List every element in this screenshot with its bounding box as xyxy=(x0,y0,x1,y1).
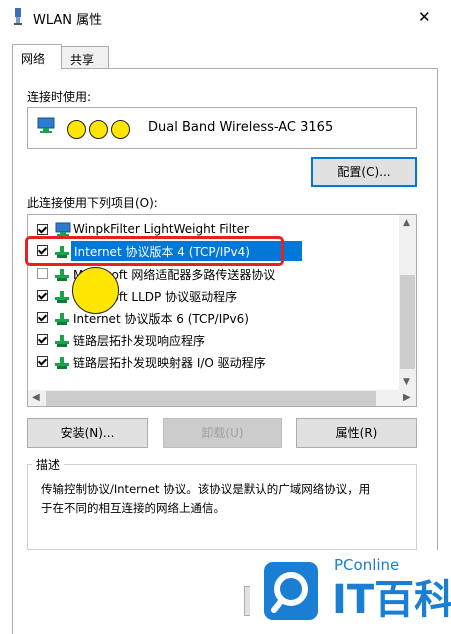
description-text-line1: 传输控制协议/Internet 协议。该协议是默认的广域网络协议，用 xyxy=(41,482,371,496)
title-bar: WLAN 属性 ✕ xyxy=(0,0,451,34)
watermark: PConline IT百科 xyxy=(250,550,451,634)
scroll-thumb[interactable] xyxy=(400,275,415,369)
protocol-icon xyxy=(55,335,69,347)
protocol-icon xyxy=(55,291,69,303)
tab-network[interactable]: 网络 xyxy=(12,44,62,69)
protocol-icon xyxy=(55,357,69,369)
protocol-icon xyxy=(55,313,69,325)
pconline-logo-icon xyxy=(262,560,320,622)
properties-button[interactable]: 属性(R) xyxy=(296,418,417,448)
uninstall-button[interactable]: 卸载(U) xyxy=(163,418,282,448)
h-scroll-thumb[interactable] xyxy=(46,391,376,406)
connect-using-label: 连接时使用: xyxy=(27,90,92,104)
close-icon[interactable]: ✕ xyxy=(418,8,431,26)
redaction-dot xyxy=(89,120,108,139)
scroll-up-icon[interactable]: ▲ xyxy=(403,218,410,228)
item-checkbox[interactable] xyxy=(37,334,48,345)
scroll-right-icon[interactable]: ▶ xyxy=(403,392,411,403)
list-item[interactable]: Internet 协议版本 6 (TCP/IPv6) xyxy=(31,308,391,328)
components-label: 此连接使用下列项目(O): xyxy=(27,196,158,210)
item-label: Internet 协议版本 6 (TCP/IPv6) xyxy=(73,312,249,326)
adapter-name: Dual Band Wireless-AC 3165 xyxy=(148,120,334,135)
scroll-down-icon[interactable]: ▼ xyxy=(403,377,410,387)
horizontal-scrollbar[interactable]: ◀ ▶ xyxy=(28,390,416,406)
item-checkbox[interactable] xyxy=(37,356,48,367)
tab-sharing-label: 共享 xyxy=(70,53,95,67)
item-checkbox[interactable] xyxy=(37,224,48,235)
item-checkbox[interactable] xyxy=(37,290,48,301)
list-item[interactable]: 链路层拓扑发现映射器 I/O 驱动程序 xyxy=(31,352,391,372)
redaction-dot xyxy=(72,267,119,314)
item-label: 链路层拓扑发现响应程序 xyxy=(73,334,206,348)
item-label: 链路层拓扑发现映射器 I/O 驱动程序 xyxy=(73,356,266,370)
watermark-brand: PConline xyxy=(334,556,400,574)
watermark-logo-text: IT百科 xyxy=(332,577,451,623)
redaction-dot xyxy=(111,120,130,139)
item-label: WinpkFilter LightWeight Filter xyxy=(73,222,249,236)
scroll-left-icon[interactable]: ◀ xyxy=(32,392,40,403)
tab-network-label: 网络 xyxy=(21,52,46,66)
install-button[interactable]: 安装(N)... xyxy=(27,418,148,448)
network-adapter-icon xyxy=(12,8,24,25)
item-checkbox[interactable] xyxy=(37,312,48,323)
list-item[interactable]: 链路层拓扑发现响应程序 xyxy=(31,330,391,350)
configure-button[interactable]: 配置(C)... xyxy=(311,157,417,187)
protocol-icon xyxy=(55,269,69,281)
description-text-line2: 于在不同的相互连接的网络上通信。 xyxy=(41,501,225,515)
item-checkbox[interactable] xyxy=(37,268,48,279)
description-label: 描述 xyxy=(32,456,65,473)
adapter-icon xyxy=(37,117,55,133)
window-title: WLAN 属性 xyxy=(33,13,103,28)
vertical-scrollbar[interactable]: ▲ ▼ xyxy=(399,215,416,391)
filter-monitor-icon xyxy=(55,222,71,236)
redaction-dot xyxy=(67,120,86,139)
tab-sharing[interactable]: 共享 xyxy=(61,46,109,69)
annotation-highlight-box xyxy=(25,236,284,266)
